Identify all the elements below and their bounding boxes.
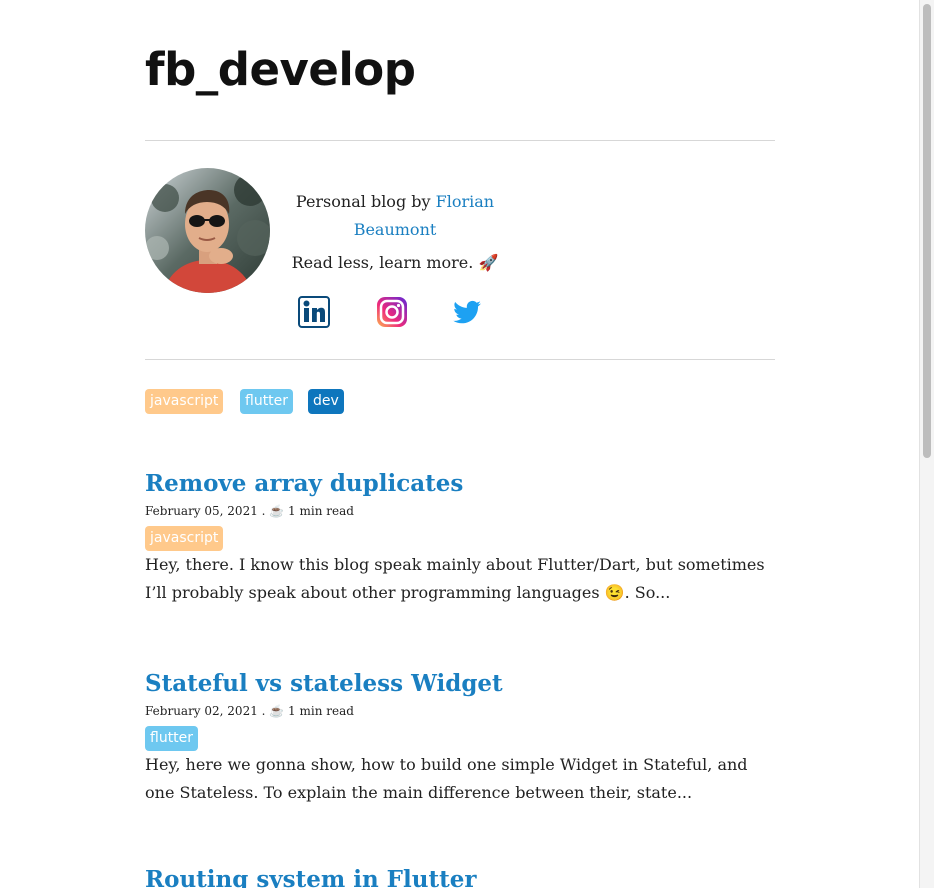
post-excerpt: Hey, there. I know this blog speak mainl… — [145, 555, 765, 602]
page: fb_develop Personal blog by Florian Beau… — [0, 0, 934, 888]
post-date: February 02, 2021 — [145, 704, 258, 718]
instagram-icon[interactable] — [376, 296, 408, 328]
scrollbar-thumb[interactable] — [923, 4, 931, 458]
post-item: Routing system in Flutter — [145, 863, 775, 888]
tag-flutter[interactable]: flutter — [240, 389, 294, 414]
linkedin-icon[interactable] — [298, 296, 330, 328]
post-tags: javascript — [145, 526, 775, 551]
post-title-link[interactable]: Stateful vs stateless Widget — [145, 667, 775, 701]
post-item: Remove array duplicates February 05, 202… — [145, 467, 775, 607]
post-read-time: ☕ 1 min read — [269, 504, 354, 518]
post-title-link[interactable]: Remove array duplicates — [145, 467, 775, 501]
post-date: February 05, 2021 — [145, 504, 258, 518]
post-item: Stateful vs stateless Widget February 02… — [145, 667, 775, 807]
post-tags: flutter — [145, 726, 775, 751]
post-meta: February 02, 2021 . ☕ 1 min read — [145, 704, 354, 718]
twitter-icon[interactable] — [451, 296, 483, 328]
site-title[interactable]: fb_develop — [145, 40, 416, 100]
divider — [145, 359, 775, 360]
tag-dev[interactable]: dev — [308, 389, 344, 414]
tag-javascript[interactable]: javascript — [145, 389, 224, 414]
avatar — [145, 168, 270, 293]
post-tag-flutter[interactable]: flutter — [145, 726, 199, 751]
divider — [145, 140, 775, 141]
bio-prefix: Personal blog by — [295, 192, 436, 211]
scrollbar[interactable] — [919, 0, 934, 888]
post-read-time: ☕ 1 min read — [269, 704, 354, 718]
avatar-image — [145, 168, 270, 293]
post-tag-javascript[interactable]: javascript — [145, 526, 224, 551]
bio: Personal blog by Florian Beaumont — [290, 188, 500, 244]
post-excerpt: Hey, here we gonna show, how to build on… — [145, 755, 748, 802]
post-title-link[interactable]: Routing system in Flutter — [145, 863, 775, 888]
bio-tagline: Read less, learn more. 🚀 — [291, 253, 499, 272]
post-meta: February 05, 2021 . ☕ 1 min read — [145, 504, 354, 518]
